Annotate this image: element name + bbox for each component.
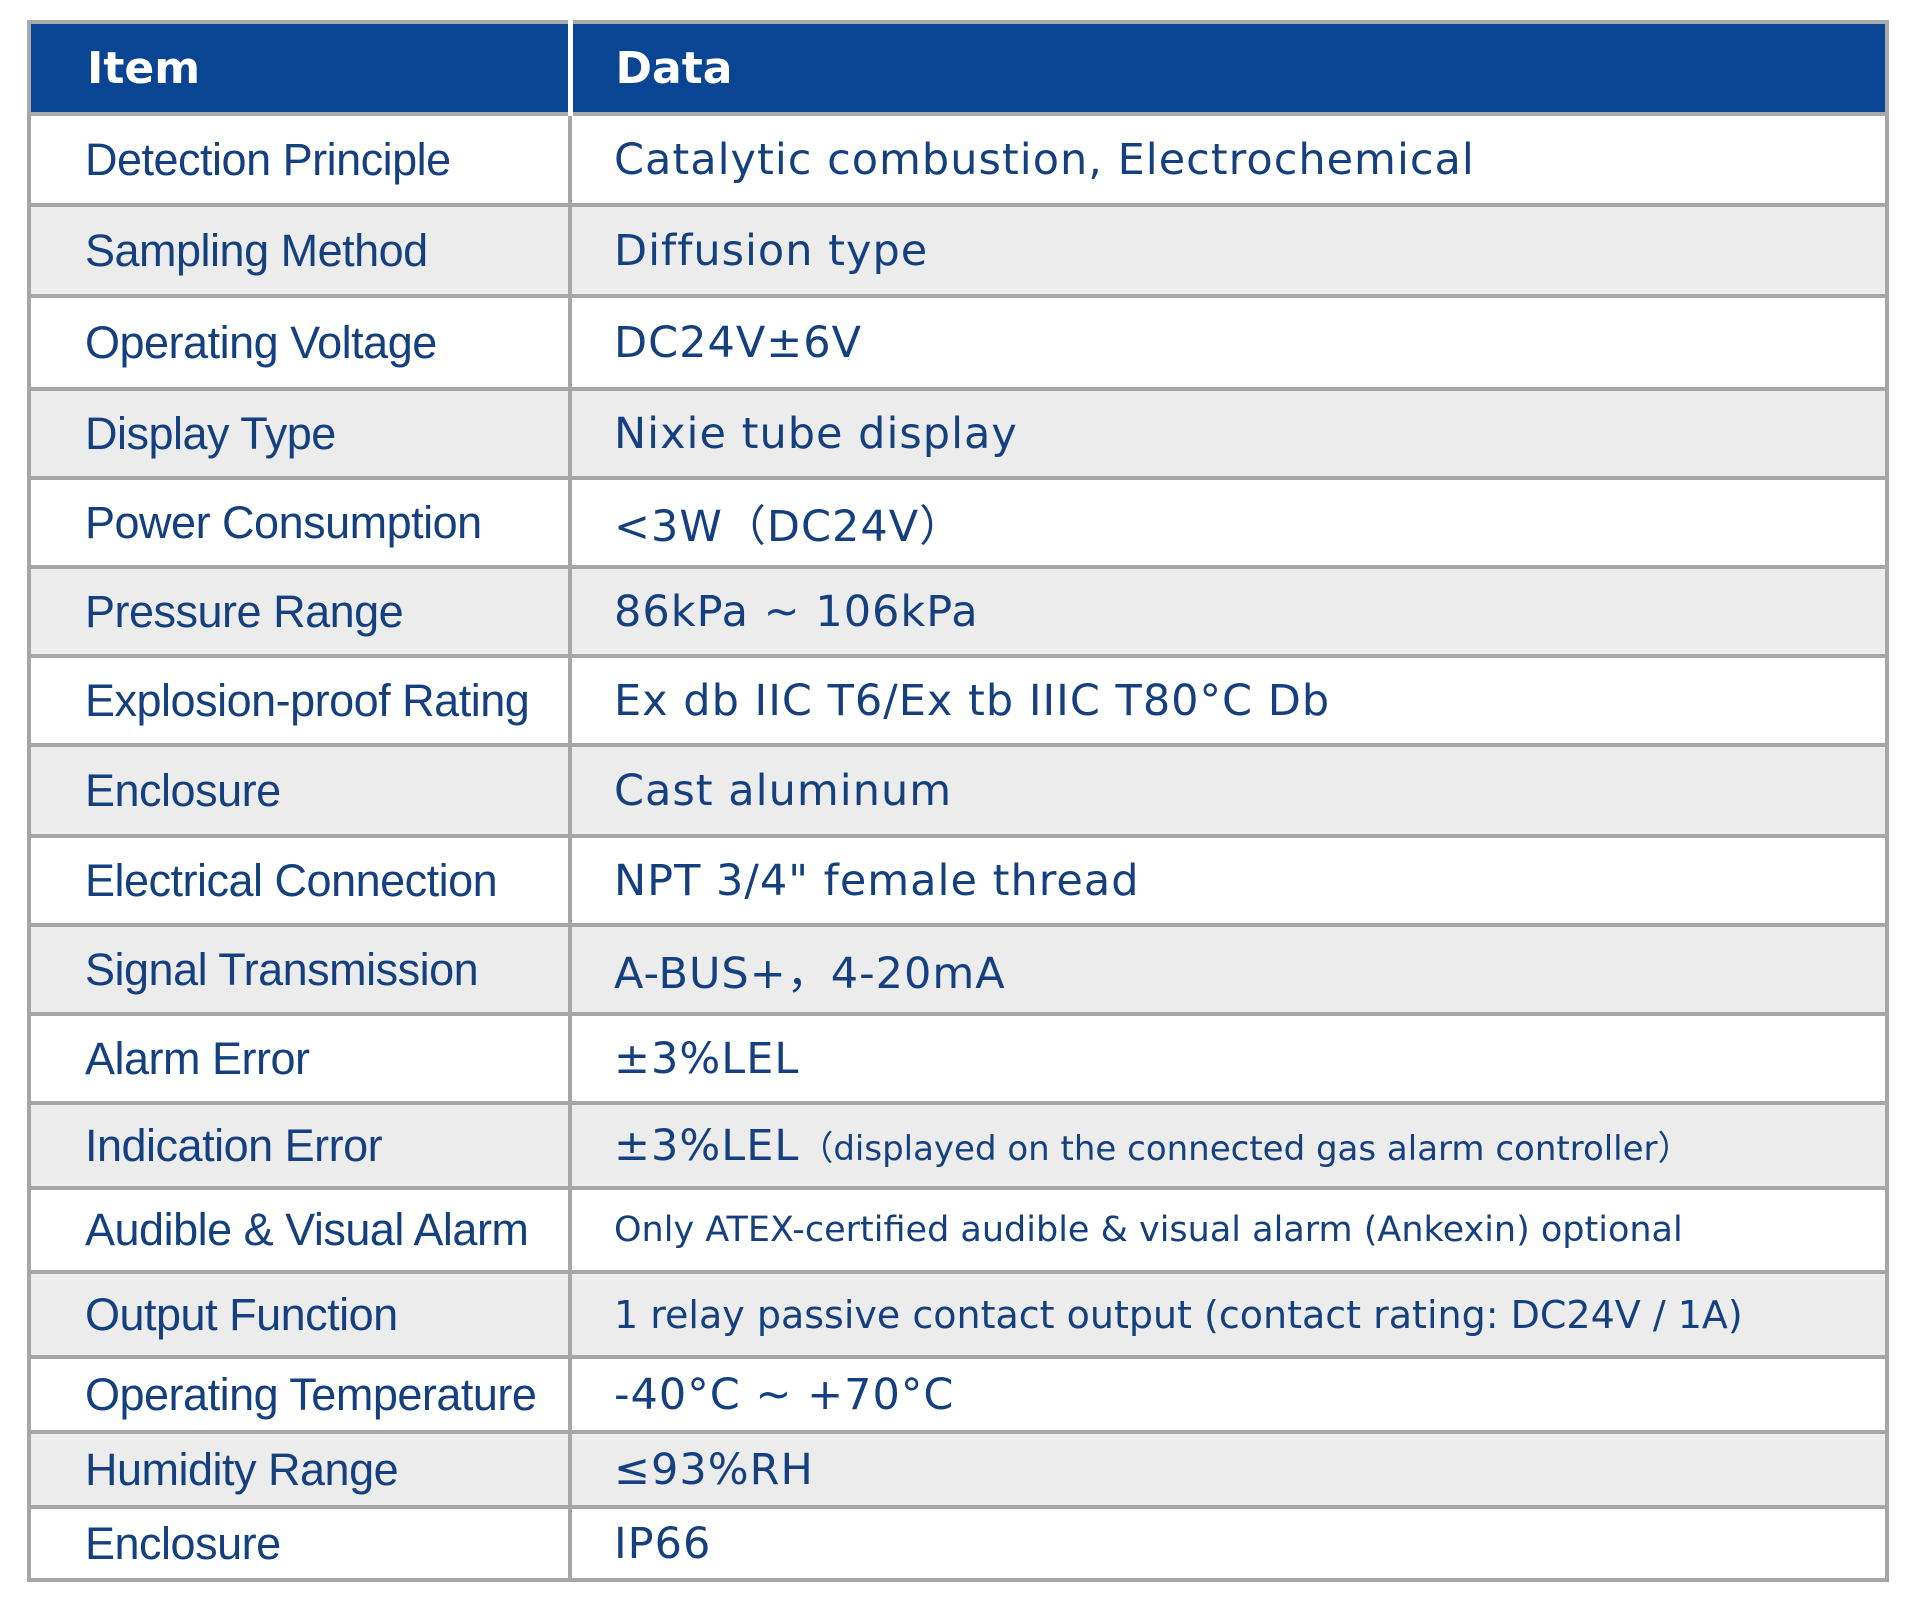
table-header-row: Item Data (27, 20, 1889, 116)
row-value: Catalytic combustion, Electrochemical (568, 112, 1889, 207)
table-row: Output Function 1 relay passive contact … (27, 1270, 1889, 1359)
row-value: <3W（DC24V） (568, 476, 1889, 569)
table-row: Humidity Range ≤93%RH (27, 1430, 1889, 1509)
row-item: Explosion-proof Rating (27, 654, 572, 747)
row-item: Operating Temperature (27, 1355, 572, 1434)
table-row: Sampling Method Diffusion type (27, 203, 1889, 298)
row-value: Diffusion type (568, 203, 1889, 298)
row-item: Output Function (27, 1270, 572, 1359)
row-value: NPT 3/4" female thread (568, 834, 1889, 927)
table-row: Enclosure IP66 (27, 1505, 1889, 1582)
row-item: Enclosure (27, 743, 572, 838)
row-value: ≤93%RH (568, 1430, 1889, 1509)
row-value-note: （displayed on the connected gas alarm co… (799, 1128, 1692, 1169)
row-value: -40°C ~ +70°C (568, 1355, 1889, 1434)
table-row: Electrical Connection NPT 3/4" female th… (27, 834, 1889, 927)
table-row: Detection Principle Catalytic combustion… (27, 112, 1889, 207)
table-row: Signal Transmission A-BUS+，4-20mA (27, 923, 1889, 1016)
row-item: Indication Error (27, 1101, 572, 1190)
row-item: Pressure Range (27, 565, 572, 658)
spec-table: Item Data Detection Principle Catalytic … (27, 20, 1889, 1582)
row-item: Power Consumption (27, 476, 572, 569)
row-value: Cast aluminum (568, 743, 1889, 838)
table-row: Power Consumption <3W（DC24V） (27, 476, 1889, 569)
row-item: Alarm Error (27, 1012, 572, 1105)
row-item: Detection Principle (27, 112, 572, 207)
row-item: Humidity Range (27, 1430, 572, 1509)
row-value: A-BUS+，4-20mA (568, 923, 1889, 1016)
row-value: IP66 (568, 1505, 1889, 1582)
table-row: Operating Temperature -40°C ~ +70°C (27, 1355, 1889, 1434)
row-value: Ex db IIC T6/Ex tb IIIC T80°C Db (568, 654, 1889, 747)
row-item: Enclosure (27, 1505, 572, 1582)
table-row: Enclosure Cast aluminum (27, 743, 1889, 838)
table-row: Explosion-proof Rating Ex db IIC T6/Ex t… (27, 654, 1889, 747)
table-row: Operating Voltage DC24V±6V (27, 294, 1889, 391)
row-value: ±3%LEL (568, 1012, 1889, 1105)
row-value: ±3%LEL（displayed on the connected gas al… (568, 1101, 1889, 1190)
row-value-main: ±3%LEL (614, 1120, 800, 1171)
row-item: Audible & Visual Alarm (27, 1186, 572, 1274)
row-value: 1 relay passive contact output (contact … (568, 1270, 1889, 1359)
row-value: 86kPa ~ 106kPa (568, 565, 1889, 658)
row-item: Operating Voltage (27, 294, 572, 391)
row-value: Nixie tube display (568, 387, 1889, 480)
table-row: Audible & Visual Alarm Only ATEX-certifi… (27, 1186, 1889, 1274)
row-value: Only ATEX-certified audible & visual ala… (568, 1186, 1889, 1274)
column-header-item: Item (27, 20, 572, 116)
table-row: Display Type Nixie tube display (27, 387, 1889, 480)
table-row: Pressure Range 86kPa ~ 106kPa (27, 565, 1889, 658)
row-item: Display Type (27, 387, 572, 480)
table-row: Alarm Error ±3%LEL (27, 1012, 1889, 1105)
table-row: Indication Error ±3%LEL（displayed on the… (27, 1101, 1889, 1190)
row-item: Signal Transmission (27, 923, 572, 1016)
column-header-data: Data (567, 20, 1889, 116)
row-item: Sampling Method (27, 203, 572, 298)
row-value: DC24V±6V (568, 294, 1889, 391)
row-item: Electrical Connection (27, 834, 572, 927)
